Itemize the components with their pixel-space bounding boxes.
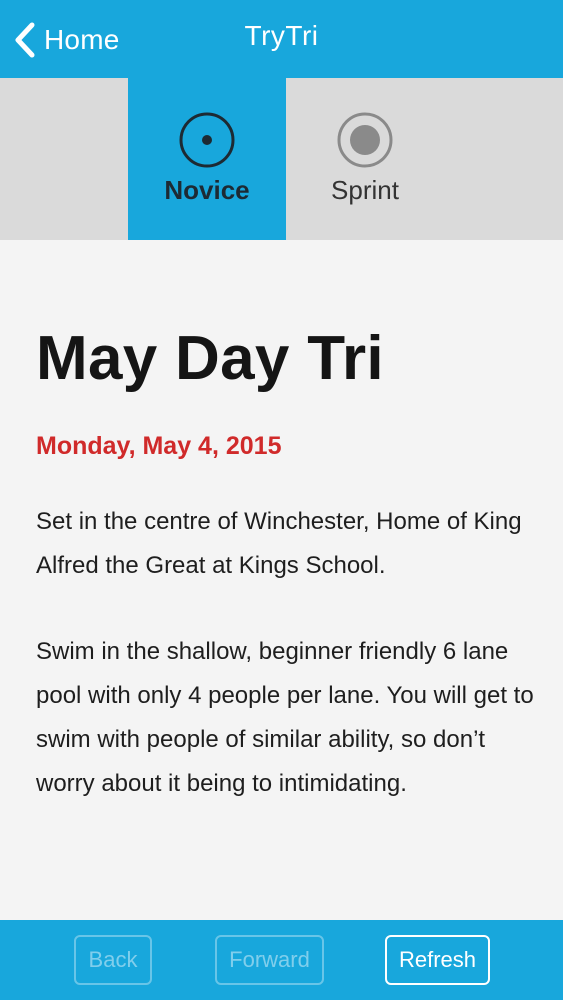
description-paragraph: Swim in the shallow, beginner friendly 6… [36,638,534,797]
chevron-left-icon [15,22,35,58]
tab-sprint-label: Sprint [331,175,399,205]
event-date: Monday, May 4, 2015 [36,432,282,460]
refresh-button[interactable]: Refresh [385,935,490,985]
bottom-toolbar: Back Forward Refresh [0,920,563,1000]
home-back-label: Home [44,24,120,55]
tab-novice[interactable]: Novice [128,78,286,240]
navigation-bar: Home TryTri [0,0,563,78]
distance-tabs: Novice Sprint [0,78,563,240]
tab-sprint[interactable]: Sprint [286,78,444,240]
event-description: Set in the centre of Winchester, Home of… [36,500,536,806]
event-content: May Day Tri Monday, May 4, 2015 Set in t… [36,240,536,848]
home-back-button[interactable]: Home [14,18,120,62]
forward-button[interactable]: Forward [215,935,324,985]
radio-filled-icon [337,112,393,168]
back-button[interactable]: Back [74,935,152,985]
radio-dot-icon [179,112,235,168]
tab-novice-label: Novice [164,175,250,205]
event-title: May Day Tri [36,324,384,393]
description-paragraph: Set in the centre of Winchester, Home of… [36,508,522,579]
app-title: TryTri [244,20,319,51]
